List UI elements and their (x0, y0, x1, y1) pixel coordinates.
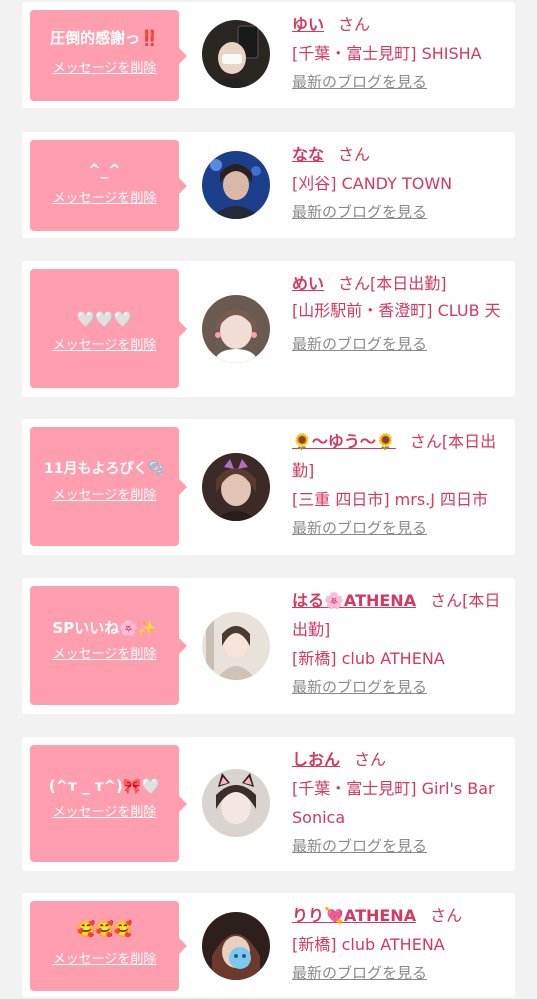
honorific: さん (338, 15, 371, 34)
list-item: ^_^ メッセージを削除 なな さん [刈谷] CANDY TOWN 最新のブログ… (22, 132, 515, 238)
list-item: 11月もよろぴく🫧 メッセージを削除 🌻〜ゆう〜🌻 さん[本日出勤] [三重 四日… (22, 419, 515, 555)
blog-link[interactable]: 最新のブログを見る (292, 198, 505, 227)
cast-name-link[interactable]: しおん (292, 750, 340, 769)
avatar[interactable] (202, 912, 270, 980)
blog-link[interactable]: 最新のブログを見る (292, 514, 505, 543)
cast-name-link[interactable]: 🌻〜ゆう〜🌻 (292, 432, 396, 451)
blog-link[interactable]: 最新のブログを見る (292, 68, 505, 97)
shop-name: [千葉・富士見町] SHISHA (292, 44, 482, 63)
avatar-photo-icon (202, 151, 270, 219)
list-item: 🤍🤍🤍 メッセージを削除 めい さん[本日出勤] [山形駅前・香澄町] CLUB … (22, 261, 515, 397)
honorific: さん (409, 432, 442, 451)
delete-message-link[interactable]: メッセージを削除 (30, 487, 179, 505)
cast-info: りり💘ATHENA さん [新橋] club ATHENA 最新のブログを見る (292, 901, 505, 988)
status-text: [本日出勤] (370, 274, 447, 293)
avatar[interactable] (202, 612, 270, 680)
avatar-photo-icon (202, 453, 270, 521)
cast-info: はる🌸ATHENA さん[本日出勤] [新橋] club ATHENA 最新のブロ… (292, 586, 505, 702)
blog-link[interactable]: 最新のブログを見る (292, 673, 505, 702)
list-item: 圧倒的感謝っ‼️ メッセージを削除 ゆい さん [千葉・富士見町] SHISHA … (22, 2, 515, 108)
message-bubble: 🥰🥰🥰 メッセージを削除 (30, 901, 187, 991)
message-text: (^т _ т^)🎀🤍 (48, 777, 161, 795)
blog-link[interactable]: 最新のブログを見る (292, 832, 505, 861)
cast-info: ゆい さん [千葉・富士見町] SHISHA 最新のブログを見る (292, 10, 505, 97)
avatar-photo-icon (202, 769, 270, 837)
avatar[interactable] (202, 453, 270, 521)
cast-name-link[interactable]: はる🌸ATHENA (292, 591, 416, 610)
list-item: 🥰🥰🥰 メッセージを削除 りり💘ATHENA さん [新橋] club ATHEN… (22, 893, 515, 997)
cast-name-link[interactable]: ゆい (292, 15, 324, 34)
blog-link[interactable]: 最新のブログを見る (292, 330, 505, 359)
delete-message-link[interactable]: メッセージを削除 (30, 804, 179, 822)
message-bubble: 11月もよろぴく🫧 メッセージを削除 (30, 427, 187, 546)
message-text: SPいいね🌸✨ (52, 619, 157, 637)
message-bubble: 🤍🤍🤍 メッセージを削除 (30, 269, 187, 388)
avatar[interactable] (202, 295, 270, 363)
honorific: さん (430, 591, 463, 610)
delete-message-link[interactable]: メッセージを削除 (30, 337, 179, 355)
shop-name: [新橋] club ATHENA (292, 935, 445, 954)
message-text: 🤍🤍🤍 (76, 310, 133, 328)
cast-info: しおん さん [千葉・富士見町] Girl's Bar Sonica 最新のブログ… (292, 745, 505, 861)
shop-name: [刈谷] CANDY TOWN (292, 174, 453, 193)
message-text: ^_^ (88, 161, 121, 179)
message-text: 圧倒的感謝っ‼️ (50, 29, 159, 47)
cast-name-link[interactable]: りり💘ATHENA (292, 906, 416, 925)
avatar-photo-icon (202, 295, 270, 363)
honorific: さん (354, 750, 387, 769)
blog-link[interactable]: 最新のブログを見る (292, 959, 505, 988)
shop-name: [千葉・富士見町] Girl's Bar Sonica (292, 779, 495, 827)
delete-message-link[interactable]: メッセージを削除 (30, 60, 179, 78)
avatar[interactable] (202, 151, 270, 219)
message-list: 圧倒的感謝っ‼️ メッセージを削除 ゆい さん [千葉・富士見町] SHISHA … (0, 0, 537, 999)
avatar-photo-icon (202, 20, 270, 88)
cast-info: なな さん [刈谷] CANDY TOWN 最新のブログを見る (292, 140, 505, 227)
avatar[interactable] (202, 769, 270, 837)
avatar-photo-icon (202, 612, 270, 680)
message-bubble: (^т _ т^)🎀🤍 メッセージを削除 (30, 745, 187, 862)
cast-info: めい さん[本日出勤] [山形駅前・香澄町] CLUB 天 最新のブログを見る (292, 269, 505, 359)
message-text: 11月もよろぴく🫧 (44, 461, 165, 477)
message-text: 🥰🥰🥰 (76, 920, 133, 938)
honorific: さん (430, 906, 463, 925)
avatar-photo-icon (202, 912, 270, 980)
honorific: さん (338, 274, 371, 293)
shop-name: [新橋] club ATHENA (292, 649, 445, 668)
message-bubble: 圧倒的感謝っ‼️ メッセージを削除 (30, 10, 187, 101)
delete-message-link[interactable]: メッセージを削除 (30, 646, 179, 664)
list-item: (^т _ т^)🎀🤍 メッセージを削除 しおん さん [千葉・富士見町] Gir… (22, 737, 515, 871)
honorific: さん (338, 145, 371, 164)
delete-message-link[interactable]: メッセージを削除 (30, 190, 179, 208)
list-item: SPいいね🌸✨ メッセージを削除 はる🌸ATHENA さん[本日出勤] [新橋] … (22, 578, 515, 714)
shop-name: [山形駅前・香澄町] CLUB 天 (292, 301, 501, 320)
cast-name-link[interactable]: めい (292, 274, 324, 293)
avatar[interactable] (202, 20, 270, 88)
message-bubble: SPいいね🌸✨ メッセージを削除 (30, 586, 187, 705)
shop-name: [三重 四日市] mrs.J 四日市 (292, 490, 489, 509)
cast-name-link[interactable]: なな (292, 145, 324, 164)
delete-message-link[interactable]: メッセージを削除 (30, 951, 179, 969)
cast-info: 🌻〜ゆう〜🌻 さん[本日出勤] [三重 四日市] mrs.J 四日市 最新のブログ… (292, 427, 505, 543)
message-bubble: ^_^ メッセージを削除 (30, 140, 187, 231)
